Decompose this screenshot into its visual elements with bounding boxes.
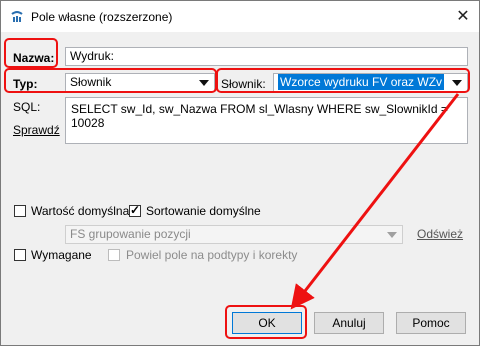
annotation-arrow-icon bbox=[290, 93, 460, 310]
